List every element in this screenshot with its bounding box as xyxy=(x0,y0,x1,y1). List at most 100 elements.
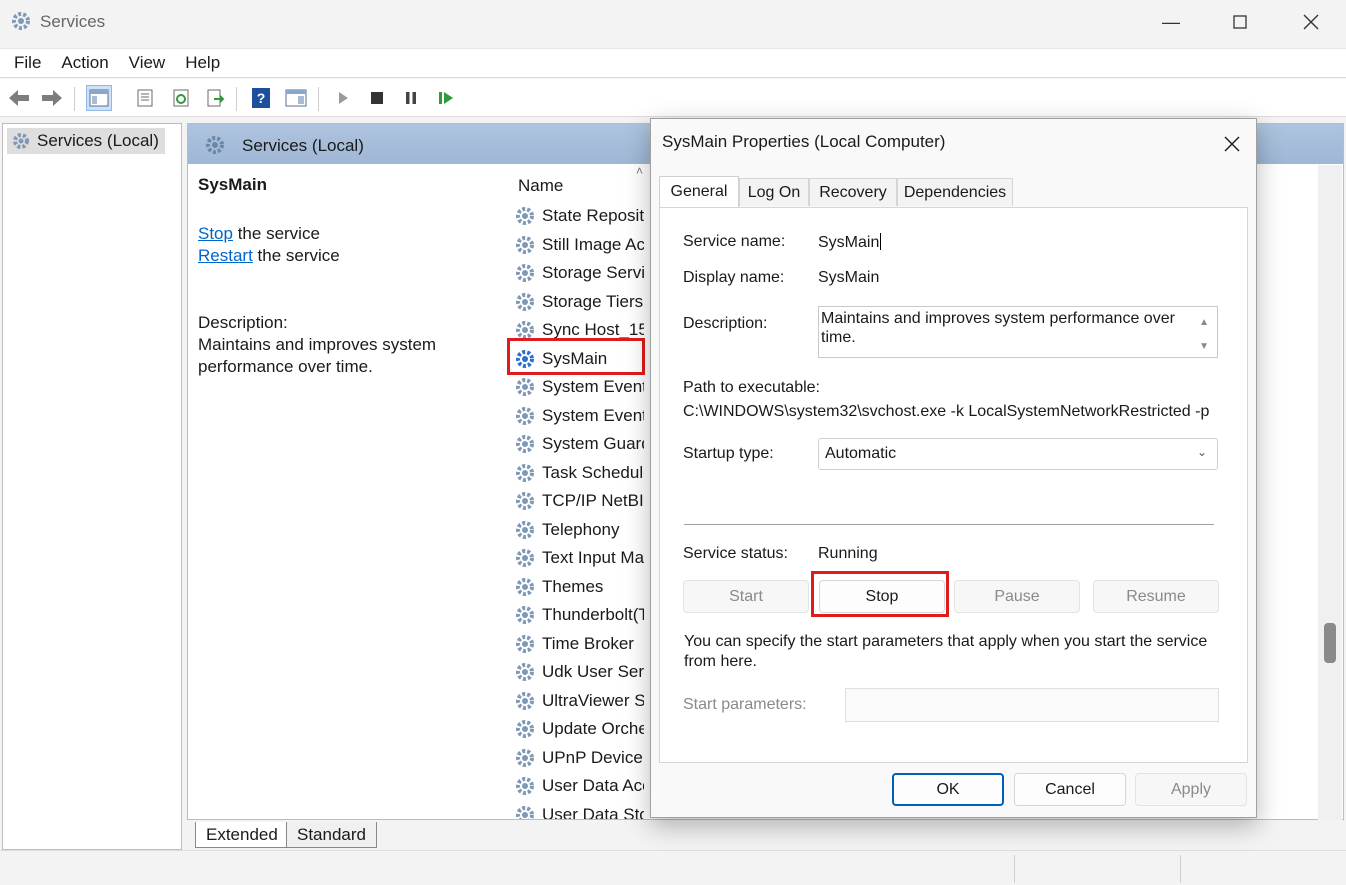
dialog-close-button[interactable] xyxy=(1217,129,1247,159)
apply-button[interactable]: Apply xyxy=(1135,773,1247,806)
description-field[interactable]: Maintains and improves system performanc… xyxy=(818,306,1218,358)
column-header-name[interactable]: Name xyxy=(518,176,563,196)
service-row[interactable]: System Guard Runtime Monitor Broker xyxy=(514,430,644,459)
export-list-button[interactable] xyxy=(202,85,228,111)
display-name-label: Display name: xyxy=(683,269,785,286)
service-gear-icon xyxy=(516,292,534,311)
properties-button[interactable] xyxy=(132,85,158,111)
service-gear-icon xyxy=(516,691,534,710)
tab-general[interactable]: General xyxy=(659,176,739,207)
start-parameters-input[interactable] xyxy=(845,688,1219,722)
service-row[interactable]: Task Scheduler xyxy=(514,459,644,488)
service-row[interactable]: System Event Notification Service xyxy=(514,373,644,402)
properties-icon xyxy=(137,89,153,107)
start-parameters-label: Start parameters: xyxy=(683,696,807,713)
service-row[interactable]: Themes xyxy=(514,573,644,602)
restart-action-suffix: the service xyxy=(252,246,340,265)
console-tree-icon xyxy=(89,89,109,107)
arrow-left-icon xyxy=(9,90,29,106)
service-gear-icon xyxy=(516,463,534,482)
minimize-button[interactable]: — xyxy=(1136,0,1206,44)
service-gear-icon xyxy=(516,606,534,624)
menu-help[interactable]: Help xyxy=(175,53,230,73)
ok-button[interactable]: OK xyxy=(892,773,1004,806)
start-service-button[interactable] xyxy=(330,85,356,111)
title-bar: Services — xyxy=(0,0,1346,44)
service-name-label: Service name: xyxy=(683,233,786,250)
description-label: Description: xyxy=(198,313,288,332)
service-row[interactable]: User Data Access_15bd9b xyxy=(514,772,644,801)
service-row[interactable]: Telephony xyxy=(514,516,644,545)
service-gear-icon xyxy=(516,520,534,539)
service-row[interactable]: Udk User Service_15bd9b xyxy=(514,658,644,687)
maximize-button[interactable] xyxy=(1205,0,1275,44)
back-button[interactable] xyxy=(6,85,32,111)
restart-service-button[interactable] xyxy=(434,85,460,111)
toolbar-separator xyxy=(318,87,319,111)
tab-recovery[interactable]: Recovery xyxy=(809,178,897,206)
service-row-label: Storage Tiers Management xyxy=(542,291,644,311)
extended-description-pane: SysMain Stop the service Restart the ser… xyxy=(198,174,498,378)
service-row[interactable]: Storage Tiers Management xyxy=(514,288,644,317)
pause-service-button[interactable] xyxy=(398,85,424,111)
stop-icon xyxy=(371,92,383,104)
tab-extended[interactable]: Extended xyxy=(195,822,289,848)
stop-service-button[interactable] xyxy=(364,85,390,111)
start-button[interactable]: Start xyxy=(683,580,809,613)
service-row[interactable]: Storage Service xyxy=(514,259,644,288)
tree-item-services-local[interactable]: Services (Local) xyxy=(7,128,165,154)
service-row-label: System Guard Runtime Monitor Broker xyxy=(542,434,644,454)
service-row[interactable]: TCP/IP NetBIOS Helper xyxy=(514,487,644,516)
service-row[interactable]: UltraViewer Service xyxy=(514,687,644,716)
service-row[interactable]: Still Image Acquisition Events xyxy=(514,231,644,260)
cancel-button[interactable]: Cancel xyxy=(1014,773,1126,806)
service-row-label: Udk User Service_15bd9b xyxy=(542,662,644,682)
pause-button[interactable]: Pause xyxy=(954,580,1080,613)
service-row[interactable]: Text Input Management Service xyxy=(514,544,644,573)
service-gear-icon xyxy=(516,492,534,510)
service-row[interactable]: Thunderbolt(TM) Application Launcher xyxy=(514,601,644,630)
help-button[interactable]: ? xyxy=(248,85,274,111)
scroll-down-icon[interactable]: ▼ xyxy=(1199,337,1209,356)
close-window-button[interactable] xyxy=(1276,0,1346,44)
tab-log-on[interactable]: Log On xyxy=(739,178,809,206)
path-label: Path to executable: xyxy=(683,379,820,396)
startup-type-select[interactable]: Automatic ⌄ xyxy=(818,438,1218,470)
help-icon: ? xyxy=(252,88,270,108)
display-name-value[interactable]: SysMain xyxy=(818,269,879,287)
scroll-up-icon[interactable]: ▲ xyxy=(1199,313,1209,332)
service-row[interactable]: User Data Storage_15bd9b xyxy=(514,801,644,819)
service-row[interactable]: Update Orchestrator Service xyxy=(514,715,644,744)
service-gear-icon xyxy=(516,805,534,819)
service-row-label: Update Orchestrator Service xyxy=(542,719,644,739)
show-hide-console-tree-button[interactable] xyxy=(86,85,112,111)
service-row-label: User Data Access_15bd9b xyxy=(542,776,644,796)
stop-service-link[interactable]: Stop xyxy=(198,224,233,243)
menu-action[interactable]: Action xyxy=(51,53,118,73)
resume-button[interactable]: Resume xyxy=(1093,580,1219,613)
description-label: Description: xyxy=(683,315,768,332)
service-name-value[interactable]: SysMain xyxy=(818,233,882,252)
list-scrollbar[interactable] xyxy=(1318,165,1342,820)
description-value: Maintains and improves system performanc… xyxy=(821,310,1175,346)
service-row[interactable]: State Repository Service xyxy=(514,202,644,231)
service-row[interactable]: Time Broker xyxy=(514,630,644,659)
service-row-label: System Event Notification Service xyxy=(542,377,644,397)
show-action-pane-button[interactable] xyxy=(283,85,309,111)
console-tree: Services (Local) xyxy=(2,123,182,850)
service-row[interactable]: System Events Broker xyxy=(514,402,644,431)
refresh-button[interactable] xyxy=(168,85,194,111)
properties-dialog: SysMain Properties (Local Computer) Gene… xyxy=(650,118,1257,818)
pause-icon xyxy=(406,92,416,104)
forward-button[interactable] xyxy=(39,85,65,111)
service-row-label: UltraViewer Service xyxy=(542,690,644,710)
scrollbar-thumb[interactable] xyxy=(1324,623,1336,663)
tab-standard[interactable]: Standard xyxy=(286,822,377,848)
restart-service-link[interactable]: Restart xyxy=(198,246,253,265)
tab-dependencies[interactable]: Dependencies xyxy=(897,178,1013,206)
menu-file[interactable]: File xyxy=(4,53,51,73)
service-row[interactable]: UPnP Device Host xyxy=(514,744,644,773)
path-value[interactable]: C:\WINDOWS\system32\svchost.exe -k Local… xyxy=(683,403,1209,421)
menu-view[interactable]: View xyxy=(119,53,176,73)
refresh-icon xyxy=(173,89,189,107)
